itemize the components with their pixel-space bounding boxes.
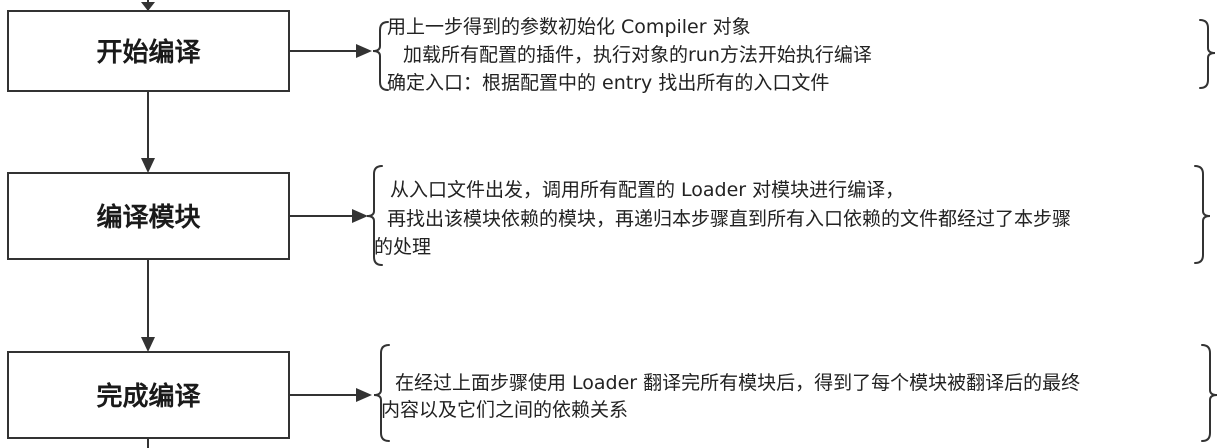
step-label-compile-modules: 编译模块 <box>96 202 200 233</box>
flowchart: 开始编译 用上一步得到的参数初始化 Compiler 对象 加载所有配置的插件，… <box>7 0 1218 448</box>
step-label-start-compile: 开始编译 <box>96 37 201 68</box>
left-brace-step1 <box>372 21 389 91</box>
arrowhead-top <box>141 2 155 11</box>
desc-line-2-3: 的处理 <box>374 236 431 258</box>
desc-line-2-1: 从入口文件出发，调用所有配置的 Loader 对模块进行编译， <box>390 179 904 201</box>
desc-line-3-1: 在经过上面步骤使用 Loader 翻译完所有模块后，得到了每个模块被翻译后的最终 <box>395 372 1080 394</box>
desc-line-1-2: 加载所有配置的插件，执行对象的run方法开始执行编译 <box>403 44 872 66</box>
arrowhead-step3 <box>141 337 155 352</box>
arrowhead-step1-desc <box>356 44 372 58</box>
step-label-finish-compile: 完成编译 <box>96 381 201 412</box>
right-brace-step2 <box>1194 165 1211 264</box>
right-brace-step1 <box>1199 19 1216 89</box>
desc-line-2-2: 再找出该模块依赖的模块，再递归本步骤直到所有入口依赖的文件都经过了本步骤 <box>387 208 1071 230</box>
desc-line-3-2: 内容以及它们之间的依赖关系 <box>381 399 628 421</box>
arrowhead-step3-desc <box>356 388 372 402</box>
arrowhead-step2-desc <box>352 209 368 223</box>
left-brace-step3 <box>373 344 390 442</box>
right-brace-step3 <box>1201 344 1218 442</box>
desc-line-1-3: 确定入口：根据配置中的 entry 找出所有的入口文件 <box>387 72 829 94</box>
arrowhead-step2 <box>141 158 155 173</box>
desc-line-1-1: 用上一步得到的参数初始化 Compiler 对象 <box>387 16 751 38</box>
